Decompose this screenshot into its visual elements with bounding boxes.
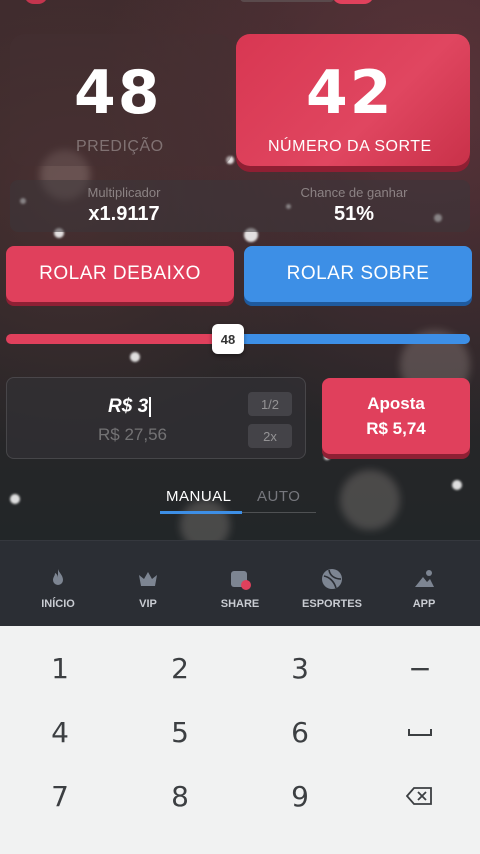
nav-item-app[interactable]: APP: [376, 541, 472, 627]
bokeh-soft: [340, 470, 400, 530]
flame-icon: [53, 569, 63, 585]
nav-label-app: APP: [412, 598, 436, 610]
space-key-icon: [408, 729, 432, 736]
key-backspace[interactable]: [360, 764, 480, 828]
bokeh-light: [452, 480, 462, 490]
place-bet-label: Aposta: [367, 394, 425, 413]
tab-auto[interactable]: AUTO: [257, 488, 300, 505]
balance-value: R$ 27,56: [98, 425, 167, 444]
slider-track-over[interactable]: [228, 334, 470, 344]
nav-item-share[interactable]: SHARE: [192, 541, 288, 627]
chance-label: Chance de ganhar: [300, 185, 408, 200]
key-3[interactable]: 3: [240, 636, 360, 700]
numeric-keypad: 1 2 3 − 4 5 6 7 8 9: [0, 626, 480, 854]
nav-item-esportes[interactable]: ESPORTES: [284, 541, 380, 627]
multiplier-value: x1.9117: [88, 203, 160, 225]
double-bet-button[interactable]: 2x: [248, 424, 292, 448]
bokeh-light: [130, 352, 140, 362]
place-bet-amount: R$ 5,74: [366, 419, 426, 438]
key-1[interactable]: 1: [0, 636, 120, 700]
prediction-label: PREDIÇÃO: [76, 138, 164, 155]
nav-label-vip: VIP: [139, 598, 157, 610]
bet-amount-text: R$ 3: [108, 396, 149, 417]
tab-manual[interactable]: MANUAL: [166, 488, 232, 505]
bokeh-light: [324, 454, 330, 460]
app-icon: [415, 570, 434, 587]
key-2[interactable]: 2: [120, 636, 240, 700]
nav-label-share: SHARE: [220, 598, 260, 610]
share-icon: [231, 571, 251, 590]
roll-under-button[interactable]: ROLAR DEBAIXO: [6, 246, 234, 302]
tab-underline: [242, 512, 316, 513]
key-space[interactable]: [360, 700, 480, 764]
bottom-nav: INÍCIO VIP SHARE ESPORTES APP: [0, 540, 480, 626]
prediction-value: 48: [74, 58, 162, 128]
slider-thumb[interactable]: 48: [212, 324, 244, 354]
key-7[interactable]: 7: [0, 764, 120, 828]
key-6[interactable]: 6: [240, 700, 360, 764]
top-indicator-right: [332, 0, 374, 4]
key-5[interactable]: 5: [120, 700, 240, 764]
backspace-icon: [406, 787, 432, 805]
key-minus[interactable]: −: [360, 636, 480, 700]
top-indicator-left: [24, 0, 48, 4]
top-strip: [0, 0, 480, 6]
lucky-number-label: NÚMERO DA SORTE: [268, 138, 432, 155]
bet-amount-value[interactable]: R$ 3: [108, 396, 152, 418]
ball-icon: [322, 569, 342, 589]
top-indicator-bar: [240, 0, 334, 2]
key-8[interactable]: 8: [120, 764, 240, 828]
nav-item-vip[interactable]: VIP: [100, 541, 196, 627]
multiplier-label: Multiplicador: [87, 185, 161, 200]
slider-track-under[interactable]: [6, 334, 228, 344]
game-area: 48 PREDIÇÃO 42 NÚMERO DA SORTE Multiplic…: [0, 0, 480, 540]
nav-label-inicio: INÍCIO: [41, 598, 75, 610]
lucky-number-value: 42: [306, 58, 394, 128]
key-9[interactable]: 9: [240, 764, 360, 828]
crown-icon: [139, 572, 157, 586]
bokeh-light: [10, 494, 20, 504]
chance-value: 51%: [333, 203, 375, 225]
nav-label-esportes: ESPORTES: [302, 598, 362, 610]
half-bet-button[interactable]: 1/2: [248, 392, 292, 416]
tab-active-indicator: [160, 511, 242, 514]
nav-item-inicio[interactable]: INÍCIO: [10, 541, 106, 627]
roll-over-button[interactable]: ROLAR SOBRE: [244, 246, 472, 302]
text-cursor: [149, 396, 152, 417]
key-4[interactable]: 4: [0, 700, 120, 764]
place-bet-button[interactable]: Aposta R$ 5,74: [322, 378, 470, 454]
mode-tabs: MANUAL AUTO: [160, 486, 316, 516]
